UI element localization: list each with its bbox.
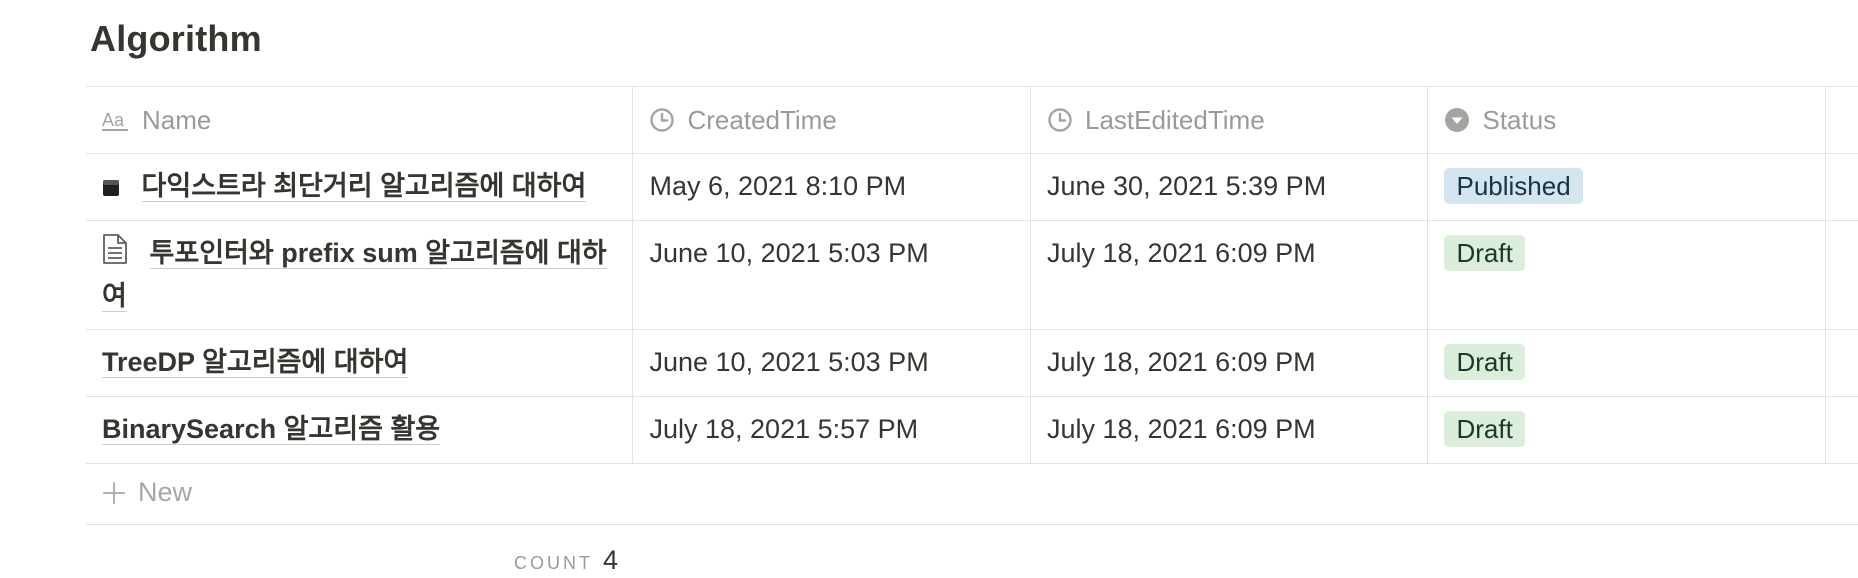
table-header: Aa Name CreatedTime LastEditedTime Statu… [86, 87, 1858, 154]
last-edited-time: June 30, 2021 5:39 PM [1046, 171, 1327, 201]
document-icon [102, 233, 128, 276]
text-property-icon: Aa [102, 109, 130, 131]
select-property-icon [1444, 107, 1470, 133]
empty-cell [1826, 330, 1858, 396]
name-cell[interactable]: 투포인터와 prefix sum 알고리즘에 대하여 [86, 221, 634, 329]
column-header-label: CreatedTime [687, 104, 837, 135]
table-row[interactable]: TreeDP 알고리즘에 대하여 June 10, 2021 5:03 PM J… [86, 330, 1858, 397]
new-row-label: New [138, 477, 193, 507]
name-cell[interactable]: 다익스트라 최단거리 알고리즘에 대하여 [86, 154, 634, 220]
column-header-empty [1826, 87, 1858, 153]
created-time: July 18, 2021 5:57 PM [649, 414, 919, 444]
page-title-link[interactable]: BinarySearch 알고리즘 활용 [102, 414, 441, 445]
status-badge: Draft [1444, 411, 1525, 447]
status-cell[interactable]: Published [1428, 154, 1826, 220]
add-new-row-button[interactable]: New [86, 461, 1858, 525]
clock-icon [649, 107, 675, 133]
created-time: May 6, 2021 8:10 PM [649, 171, 907, 201]
table-row[interactable]: 투포인터와 prefix sum 알고리즘에 대하여 June 10, 2021… [86, 221, 1858, 330]
column-header-label: Name [142, 104, 212, 135]
last-edited-time-cell[interactable]: July 18, 2021 6:09 PM [1031, 221, 1429, 329]
column-header-label: LastEditedTime [1084, 104, 1265, 135]
count-label: COUNT [514, 553, 593, 573]
last-edited-time: July 18, 2021 6:09 PM [1046, 238, 1316, 268]
status-cell[interactable]: Draft [1428, 330, 1826, 396]
column-header-createdtime[interactable]: CreatedTime [633, 87, 1031, 153]
database-title[interactable]: Algorithm [90, 18, 262, 60]
clock-icon [1047, 107, 1073, 133]
last-edited-time: July 18, 2021 6:09 PM [1046, 414, 1316, 444]
table-row[interactable]: BinarySearch 알고리즘 활용 July 18, 2021 5:57 … [86, 397, 1858, 464]
created-time: June 10, 2021 5:03 PM [649, 238, 929, 268]
created-time: June 10, 2021 5:03 PM [649, 347, 929, 377]
status-badge: Published [1444, 168, 1583, 204]
page-title-link[interactable]: TreeDP 알고리즘에 대하여 [102, 347, 409, 378]
count-value: 4 [603, 545, 619, 575]
table: Aa Name CreatedTime LastEditedTime Statu… [86, 86, 1858, 464]
last-edited-time-cell[interactable]: July 18, 2021 6:09 PM [1031, 330, 1429, 396]
column-header-label: Status [1482, 104, 1557, 135]
name-cell[interactable]: BinarySearch 알고리즘 활용 [86, 397, 634, 463]
table-row[interactable]: 다익스트라 최단거리 알고리즘에 대하여 May 6, 2021 8:10 PM… [86, 154, 1858, 221]
svg-text:Aa: Aa [102, 110, 125, 130]
last-edited-time-cell[interactable]: July 18, 2021 6:09 PM [1031, 397, 1429, 463]
empty-cell [1826, 397, 1858, 463]
created-time-cell[interactable]: May 6, 2021 8:10 PM [633, 154, 1031, 220]
created-time-cell[interactable]: June 10, 2021 5:03 PM [633, 330, 1031, 396]
status-cell[interactable]: Draft [1428, 221, 1826, 329]
black-square-icon [102, 168, 120, 208]
plus-icon [102, 481, 126, 505]
last-edited-time: July 18, 2021 6:09 PM [1046, 347, 1316, 377]
page-title-link[interactable]: 투포인터와 prefix sum 알고리즘에 대하여 [102, 238, 607, 313]
database-view: Algorithm Aa Name CreatedTime LastEdited… [0, 0, 1858, 578]
column-header-name[interactable]: Aa Name [86, 87, 634, 153]
created-time-cell[interactable]: June 10, 2021 5:03 PM [633, 221, 1031, 329]
count-calculation[interactable]: COUNT 4 [514, 545, 618, 576]
column-header-lasteditedtime[interactable]: LastEditedTime [1031, 87, 1429, 153]
name-cell[interactable]: TreeDP 알고리즘에 대하여 [86, 330, 634, 396]
status-cell[interactable]: Draft [1428, 397, 1826, 463]
page-title-link[interactable]: 다익스트라 최단거리 알고리즘에 대하여 [141, 171, 587, 202]
status-badge: Draft [1444, 235, 1525, 271]
empty-cell [1826, 221, 1858, 329]
column-header-status[interactable]: Status [1428, 87, 1826, 153]
last-edited-time-cell[interactable]: June 30, 2021 5:39 PM [1031, 154, 1429, 220]
created-time-cell[interactable]: July 18, 2021 5:57 PM [633, 397, 1031, 463]
status-badge: Draft [1444, 344, 1525, 380]
empty-cell [1826, 154, 1858, 220]
